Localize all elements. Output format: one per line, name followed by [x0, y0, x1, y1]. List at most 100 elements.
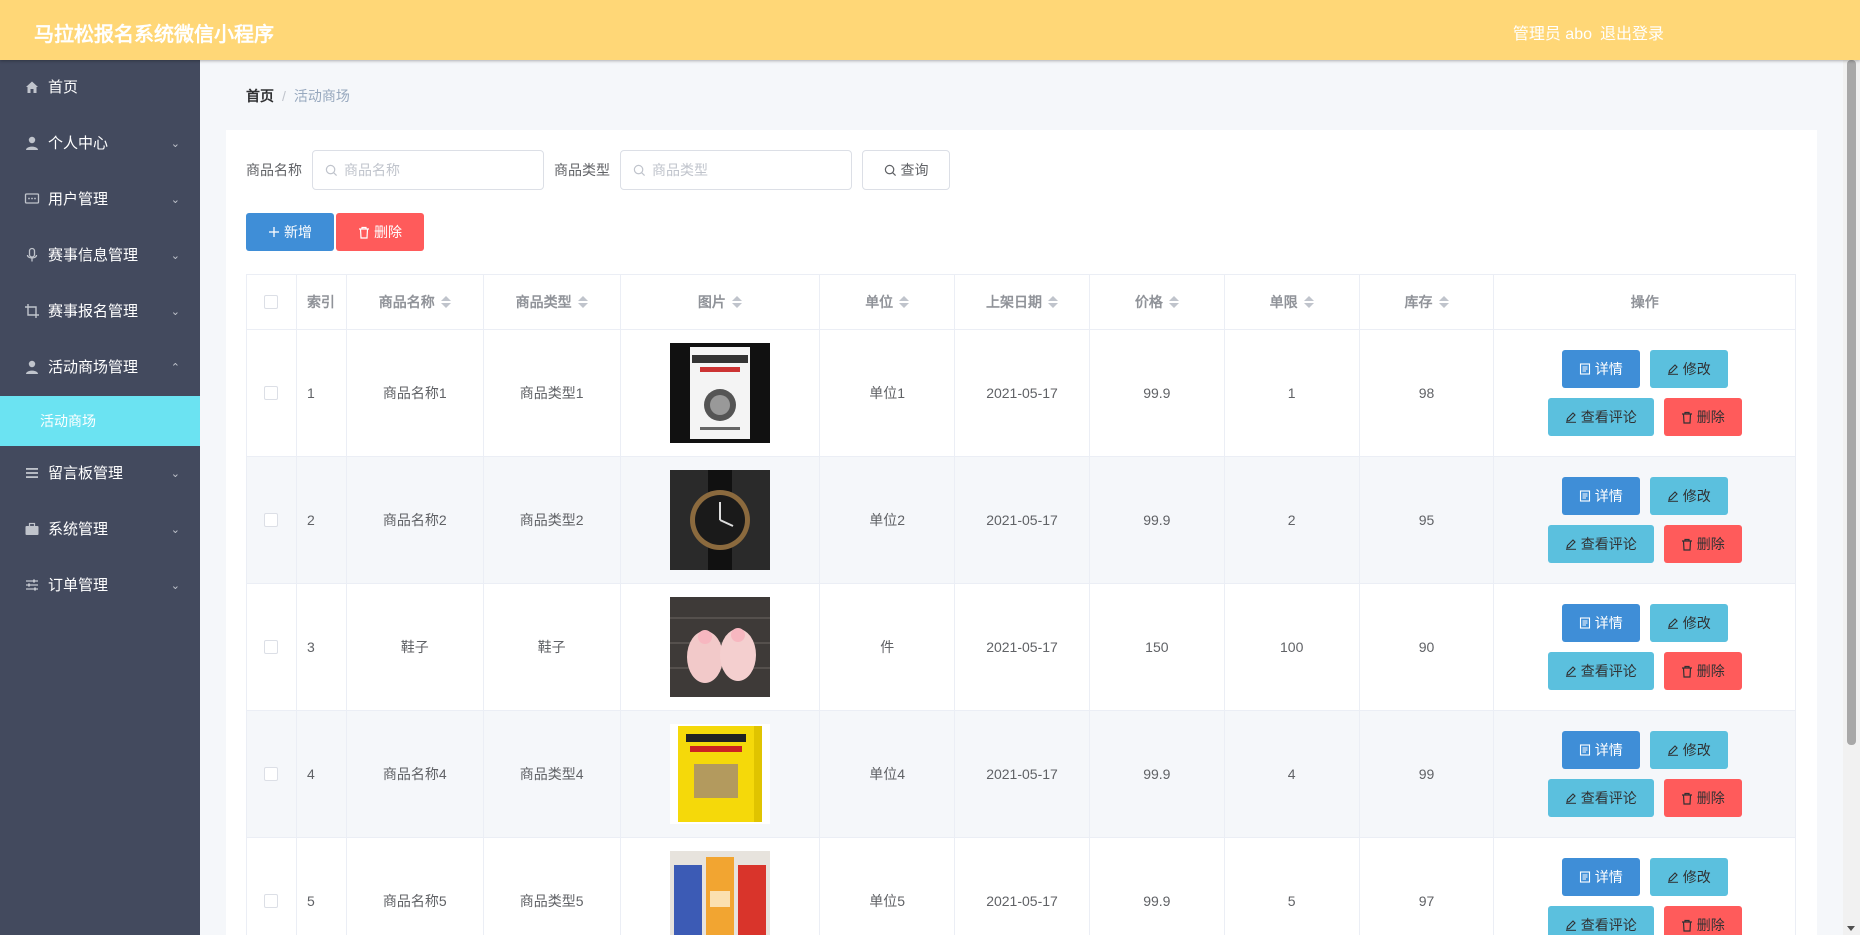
view-comments-button[interactable]: 查看评论 — [1547, 779, 1654, 817]
sort-icon[interactable] — [1438, 296, 1449, 308]
sidebar-item-label: 个人中心 — [48, 135, 109, 152]
chevron-down-icon: ⌄ — [170, 524, 180, 536]
sort-icon[interactable] — [899, 296, 910, 308]
breadcrumb: 首页 / 活动商场 — [246, 86, 350, 106]
table-header: 索引 商品名称 商品类型 图片 单位 上架日期 价格 单限 库存 操作 — [247, 275, 1795, 330]
sort-icon[interactable] — [1048, 296, 1059, 308]
sidebar-subitem-mall[interactable]: 活动商场 — [0, 396, 200, 446]
action-bar: 新增 删除 — [246, 213, 424, 251]
edit-button[interactable]: 修改 — [1649, 731, 1728, 769]
query-button[interactable]: 查询 — [862, 150, 950, 190]
select-all-checkbox[interactable] — [264, 295, 279, 309]
detail-button[interactable]: 详情 — [1561, 350, 1640, 388]
edit-button[interactable]: 修改 — [1649, 477, 1728, 515]
sidebar-item-messages[interactable]: 留言板管理 ⌄ — [0, 446, 200, 502]
detail-button[interactable]: 详情 — [1561, 731, 1640, 769]
document-icon — [1579, 490, 1590, 502]
home-icon — [26, 81, 38, 93]
view-comments-button[interactable]: 查看评论 — [1547, 652, 1654, 690]
sidebar-item-mall[interactable]: 活动商场管理 ⌃ — [0, 340, 200, 396]
cell-index: 3 — [297, 584, 347, 710]
header-unit[interactable]: 单位 — [820, 275, 956, 329]
sidebar-item-race-signup[interactable]: 赛事报名管理 ⌄ — [0, 284, 200, 340]
sidebar-item-race-info[interactable]: 赛事信息管理 ⌄ — [0, 228, 200, 284]
user-icon — [26, 136, 38, 150]
cell-name: 商品名称1 — [347, 330, 484, 456]
type-search-input[interactable] — [652, 162, 832, 178]
name-search-field[interactable] — [312, 150, 544, 190]
view-comments-button[interactable]: 查看评论 — [1547, 398, 1654, 436]
cell-stock: 97 — [1360, 838, 1495, 935]
sort-icon[interactable] — [577, 296, 588, 308]
sidebar-item-home[interactable]: 首页 — [0, 60, 200, 116]
type-search-field[interactable] — [620, 150, 852, 190]
add-button[interactable]: 新增 — [246, 213, 334, 251]
sidebar-item-label: 订单管理 — [48, 577, 109, 594]
crop-icon — [25, 303, 39, 318]
edit-icon — [1565, 920, 1576, 931]
cell-index: 4 — [297, 711, 347, 837]
logout-link[interactable]: 退出登录 — [1600, 20, 1664, 44]
chevron-down-icon: ⌄ — [170, 580, 180, 592]
table-row: 3 鞋子 鞋子 件 2021-05-17 150 100 90 详情 修改 查看… — [247, 584, 1795, 711]
edit-icon — [1667, 872, 1678, 883]
type-search-label: 商品类型 — [554, 162, 610, 178]
row-checkbox[interactable] — [264, 386, 279, 400]
detail-button[interactable]: 详情 — [1561, 858, 1640, 896]
cell-index: 2 — [297, 457, 347, 583]
row-checkbox[interactable] — [264, 894, 279, 908]
breadcrumb-home[interactable]: 首页 — [246, 88, 274, 104]
trash-icon — [1681, 538, 1692, 551]
sidebar-item-users[interactable]: 用户管理 ⌄ — [0, 172, 200, 228]
sidebar-item-label: 赛事信息管理 — [48, 247, 139, 264]
cell-stock: 95 — [1360, 457, 1495, 583]
page-scrollbar[interactable] — [1843, 60, 1860, 935]
name-search-input[interactable] — [344, 162, 524, 178]
row-actions: 详情 修改 查看评论 删除 — [1494, 457, 1795, 583]
sidebar-item-profile[interactable]: 个人中心 ⌄ — [0, 116, 200, 172]
cell-price: 99.9 — [1090, 457, 1225, 583]
sidebar-item-system[interactable]: 系统管理 ⌄ — [0, 502, 200, 558]
view-comments-button[interactable]: 查看评论 — [1547, 525, 1654, 563]
row-actions: 详情 修改 查看评论 删除 — [1494, 711, 1795, 837]
edit-button[interactable]: 修改 — [1649, 350, 1728, 388]
cell-type: 鞋子 — [484, 584, 621, 710]
sort-icon[interactable] — [1303, 296, 1314, 308]
sidebar-item-orders[interactable]: 订单管理 ⌄ — [0, 558, 200, 614]
header-image[interactable]: 图片 — [621, 275, 821, 329]
scrollbar-thumb[interactable] — [1847, 60, 1856, 745]
chevron-up-icon: ⌃ — [170, 362, 180, 374]
table-row: 4 商品名称4 商品类型4 单位4 2021-05-17 99.9 4 99 详… — [247, 711, 1795, 838]
query-button-label: 查询 — [900, 162, 929, 178]
row-checkbox[interactable] — [264, 767, 279, 781]
scroll-down-arrow[interactable] — [1847, 926, 1855, 931]
delete-button[interactable]: 删除 — [1663, 906, 1742, 935]
sort-icon[interactable] — [731, 296, 742, 308]
detail-button[interactable]: 详情 — [1561, 604, 1640, 642]
detail-button[interactable]: 详情 — [1561, 477, 1640, 515]
edit-button[interactable]: 修改 — [1649, 604, 1728, 642]
row-checkbox[interactable] — [264, 640, 279, 654]
sort-icon[interactable] — [440, 296, 451, 308]
view-comments-button[interactable]: 查看评论 — [1547, 906, 1654, 935]
delete-button[interactable]: 删除 — [1663, 398, 1742, 436]
document-icon — [1579, 744, 1590, 756]
document-icon — [1579, 617, 1590, 629]
delete-button[interactable]: 删除 — [1663, 652, 1742, 690]
delete-button[interactable]: 删除 — [1663, 779, 1742, 817]
edit-icon — [1565, 539, 1576, 550]
header-date[interactable]: 上架日期 — [955, 275, 1090, 329]
header-limit[interactable]: 单限 — [1225, 275, 1360, 329]
top-header: 马拉松报名系统微信小程序 管理员 abo 退出登录 — [0, 0, 1860, 60]
sort-icon[interactable] — [1168, 296, 1179, 308]
cell-unit: 单位2 — [820, 457, 956, 583]
header-name[interactable]: 商品名称 — [347, 275, 484, 329]
header-type[interactable]: 商品类型 — [484, 275, 621, 329]
batch-delete-button[interactable]: 删除 — [336, 213, 424, 251]
search-form: 商品名称 商品类型 查询 — [246, 150, 950, 190]
header-stock[interactable]: 库存 — [1360, 275, 1495, 329]
edit-button[interactable]: 修改 — [1649, 858, 1728, 896]
row-checkbox[interactable] — [264, 513, 279, 527]
header-price[interactable]: 价格 — [1090, 275, 1225, 329]
delete-button[interactable]: 删除 — [1663, 525, 1742, 563]
